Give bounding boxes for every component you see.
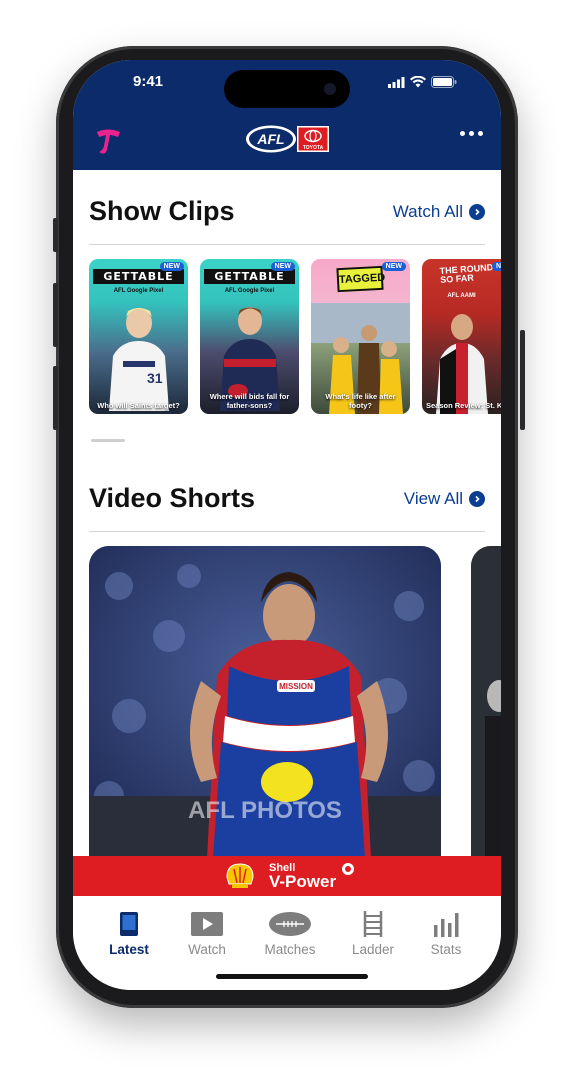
watch-all-link[interactable]: Watch All: [393, 202, 485, 222]
clip-sponsor: AFL AAMI: [447, 293, 476, 299]
new-badge: NEW: [381, 262, 406, 271]
new-badge: NEW: [159, 262, 184, 271]
show-clip-card[interactable]: GETTABLE AFL Google Pixel 31 NEW Who wil…: [89, 259, 188, 414]
clip-banner: GETTABLE: [204, 269, 295, 284]
more-dot: [460, 131, 465, 136]
clip-banner: GETTABLE: [93, 269, 184, 284]
bar-chart-icon: [411, 910, 481, 938]
chevron-right-icon: [469, 490, 485, 507]
show-clip-card[interactable]: GETTABLE AFL Google Pixel NEW Where will…: [200, 259, 299, 414]
carousel-scroll-indicator: [91, 439, 125, 442]
mute-switch: [53, 218, 58, 252]
tab-latest[interactable]: Latest: [94, 910, 164, 957]
shell-logo-icon: [226, 863, 254, 888]
view-all-label: View All: [403, 488, 463, 508]
dynamic-island: [224, 70, 350, 108]
more-dot: [478, 131, 483, 136]
afl-toyota-logo[interactable]: AFL TOYOTA: [245, 124, 331, 154]
svg-text:31: 31: [147, 370, 163, 386]
clip-caption: Where will bids fall for father-sons?: [209, 392, 290, 410]
clip-sponsor: AFL Google Pixel: [113, 288, 164, 294]
more-dot: [469, 131, 474, 136]
vpower-emblem-icon: [342, 863, 354, 875]
new-badge: N: [491, 262, 501, 271]
show-clips-header: Show Clips Watch All: [89, 196, 485, 227]
latest-icon: [94, 910, 164, 938]
video-short-card[interactable]: MISSION AFL PHOTOS: [89, 546, 441, 858]
camera-icon: [324, 83, 336, 95]
afl-photos-watermark: AFL PHOTOS: [188, 797, 342, 824]
battery-icon: [431, 76, 457, 88]
section-divider: [89, 531, 485, 532]
video-shorts-header: Video Shorts View All: [89, 483, 485, 514]
tab-label: Stats: [430, 942, 462, 957]
power-button: [520, 330, 525, 430]
player-photo: [471, 546, 501, 858]
tab-label: Ladder: [351, 942, 395, 957]
clip-caption: Who will Saints target?: [97, 401, 180, 410]
new-badge: NEW: [270, 262, 295, 271]
home-indicator[interactable]: [216, 974, 368, 979]
shell-vpower-ad[interactable]: Shell V-Power: [73, 856, 501, 896]
watch-all-label: Watch All: [392, 201, 463, 221]
player-image: 31: [109, 308, 169, 411]
tab-stats[interactable]: Stats: [411, 910, 481, 957]
clip-caption: Season Review: St. Ki: [426, 401, 501, 410]
video-shorts-title: Video Shorts: [89, 483, 256, 513]
clip-banner: THE ROUND SO FAR: [439, 262, 494, 285]
show-clip-card[interactable]: TAGGED NEW What's life like after footy?: [311, 259, 410, 414]
chevron-right-icon: [469, 203, 485, 220]
tab-label: Matches: [264, 942, 316, 957]
ad-text: Shell V-Power: [269, 861, 337, 891]
more-options-button[interactable]: [460, 131, 483, 136]
tab-label: Watch: [188, 942, 226, 957]
section-divider: [89, 244, 485, 245]
view-all-link[interactable]: View All: [404, 489, 485, 509]
show-clip-card[interactable]: THE ROUND SO FAR AFL AAMI N Season Revie…: [422, 259, 501, 414]
tab-matches[interactable]: Matches: [255, 910, 325, 957]
tab-label: Latest: [109, 942, 149, 957]
afl-logo-text: AFL: [256, 131, 284, 147]
ad-line2: V-Power: [269, 872, 337, 891]
video-short-card-next[interactable]: [471, 546, 501, 858]
app-screen: 9:41 AFL TOYOTA Show Clips Watch All GET…: [73, 60, 501, 990]
clip-caption: What's life like after footy?: [325, 392, 396, 410]
status-time: 9:41: [133, 73, 164, 90]
ladder-icon: [338, 910, 408, 938]
volume-up-button: [53, 283, 58, 347]
wifi-icon: [410, 76, 426, 88]
football-icon: [255, 910, 325, 938]
telstra-logo[interactable]: [93, 126, 123, 156]
tab-watch[interactable]: Watch: [172, 910, 242, 957]
signal-icon: [388, 76, 405, 88]
clip-banner: TAGGED: [336, 265, 386, 293]
jersey-sponsor-text: MISSION: [279, 682, 313, 691]
toyota-text: TOYOTA: [303, 145, 324, 151]
status-icons: [388, 76, 457, 88]
player-photo: MISSION AFL PHOTOS: [89, 546, 441, 858]
tab-ladder[interactable]: Ladder: [338, 910, 408, 957]
clip-sponsor: AFL Google Pixel: [224, 288, 275, 294]
app-header: 9:41 AFL TOYOTA: [73, 60, 501, 170]
show-clips-title: Show Clips: [89, 196, 235, 226]
volume-down-button: [53, 366, 58, 430]
watch-icon: [172, 910, 242, 938]
player-image: [436, 314, 488, 414]
